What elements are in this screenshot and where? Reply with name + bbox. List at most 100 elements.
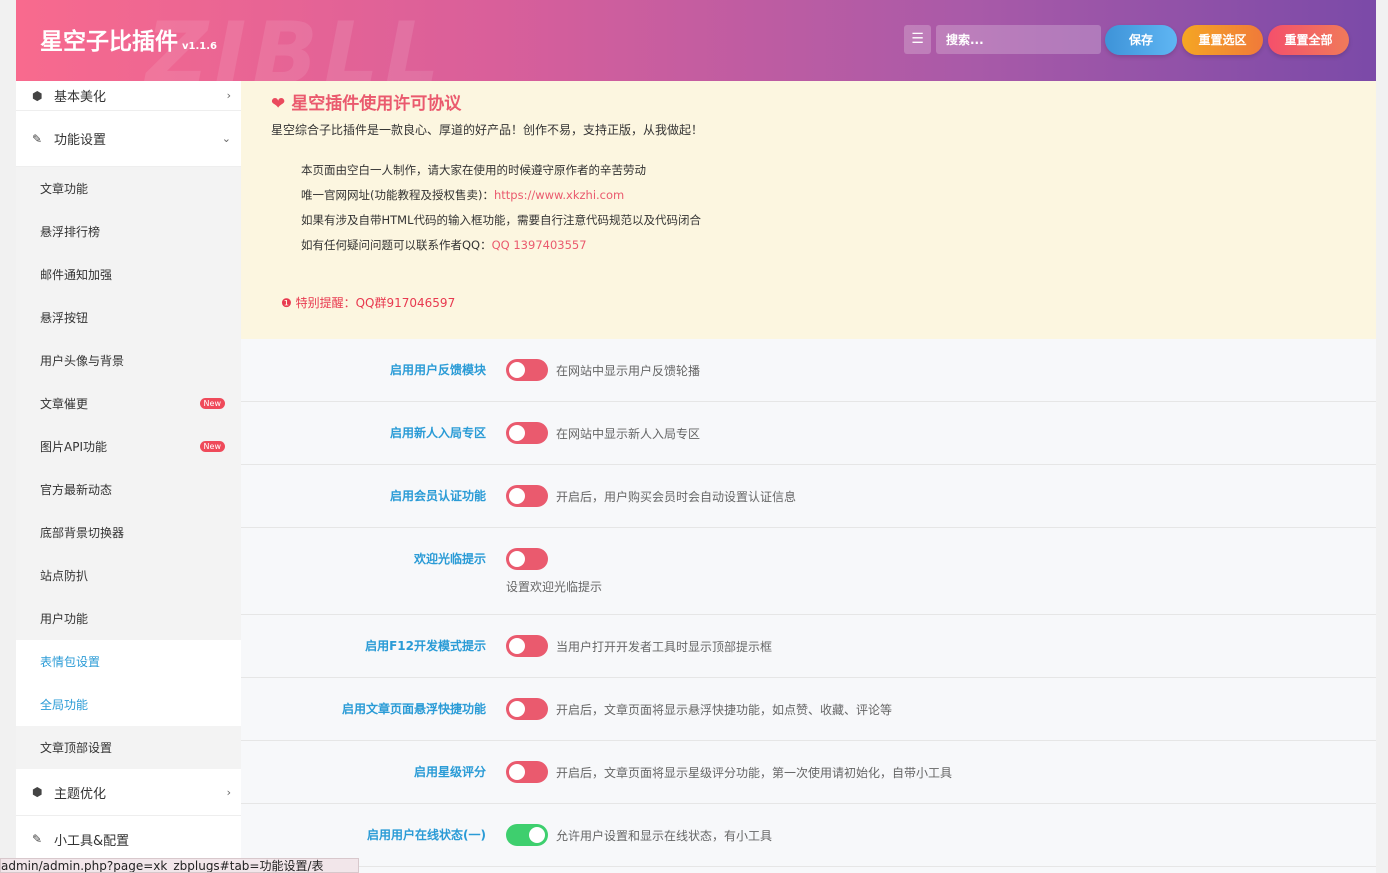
sidebar-subitem-label: 文章催更 <box>40 397 89 411</box>
toggle-switch[interactable] <box>506 698 548 720</box>
sidebar-subitem[interactable]: 邮件通知加强 <box>16 253 241 296</box>
sidebar-item-label: 功能设置 <box>54 133 107 148</box>
sidebar-subitem[interactable]: 用户头像与背景 <box>16 339 241 382</box>
sidebar-subitem-label: 站点防扒 <box>40 569 89 583</box>
sidebar-subitem-label: 邮件通知加强 <box>40 268 113 282</box>
setting-label: 启用新人入局专区 <box>389 426 486 440</box>
setting-label: 启用F12开发模式提示 <box>365 639 486 653</box>
qq-link[interactable]: QQ 1397403557 <box>492 238 587 252</box>
reset-all-button[interactable]: 重置全部 <box>1268 25 1349 55</box>
setting-label: 启用文章页面悬浮快捷功能 <box>341 702 486 716</box>
chevron-down-icon: ⌄ <box>221 132 231 145</box>
toggle-switch[interactable] <box>506 422 548 444</box>
sidebar-subitem[interactable]: 文章顶部设置 <box>16 726 241 769</box>
toggle-switch[interactable] <box>506 485 548 507</box>
setting-desc: 在网站中显示用户反馈轮播 <box>556 364 701 378</box>
toggle-knob <box>509 638 525 654</box>
new-badge: New <box>199 398 225 409</box>
chevron-right-icon: › <box>226 785 231 799</box>
sidebar-subitem-label: 用户头像与背景 <box>40 354 125 368</box>
sidebar: ⬢ 基本美化 › ✎ 功能设置 ⌄ 文章功能 悬浮排行榜 邮件通知加强 悬浮按钮… <box>16 81 241 873</box>
sidebar-subitem-label: 图片API功能 <box>40 440 107 454</box>
notice-line: 本页面由空白一人制作，请大家在使用的时候遵守原作者的辛苦劳动 <box>301 163 646 177</box>
brand-title: 星空子比插件 v1.1.6 <box>40 22 217 56</box>
sidebar-item-label: 基本美化 <box>54 90 107 105</box>
setting-row: 启用新人入局专区 在网站中显示新人入局专区 <box>241 402 1376 465</box>
toggle-knob <box>509 488 525 504</box>
sidebar-subitem[interactable]: 表情包设置 <box>16 640 241 683</box>
sidebar-item-theme[interactable]: ⬢ 主题优化 › <box>16 769 241 816</box>
sidebar-subitem[interactable]: 底部背景切换器 <box>16 511 241 554</box>
sidebar-subitem[interactable]: 站点防扒 <box>16 554 241 597</box>
toggle-switch[interactable] <box>506 761 548 783</box>
setting-row: 启用文章页面悬浮快捷功能 开启后，文章页面将显示悬浮快捷功能，如点赞、收藏、评论… <box>241 678 1376 741</box>
toggle-knob <box>509 764 525 780</box>
notice-subtitle: 星空综合子比插件是一款良心、厚道的好产品！创作不易，支持正版，从我做起！ <box>271 123 704 137</box>
search-input[interactable] <box>936 25 1101 54</box>
menu-toggle-icon[interactable]: ☰ <box>904 25 931 54</box>
setting-desc: 当用户打开开发者工具时显示顶部提示框 <box>556 640 773 654</box>
setting-row: 启用用户反馈模块 在网站中显示用户反馈轮播 <box>241 339 1376 402</box>
new-badge: New <box>199 441 225 452</box>
sidebar-subitem[interactable]: 用户功能 <box>16 597 241 640</box>
setting-row: 启用会员认证功能 开启后，用户购买会员时会自动设置认证信息 <box>241 465 1376 528</box>
setting-desc: 开启后，文章页面将显示星级评分功能，第一次使用请初始化，自带小工具 <box>556 766 953 780</box>
main-content: ❤ 星空插件使用许可协议 星空综合子比插件是一款良心、厚道的好产品！创作不易，支持… <box>241 81 1376 873</box>
notice-title: ❤ 星空插件使用许可协议 <box>271 89 461 114</box>
setting-label: 启用会员认证功能 <box>389 489 486 503</box>
sidebar-subitem-label: 文章功能 <box>40 182 89 196</box>
toggle-knob <box>509 362 525 378</box>
notice-line-text: 唯一官网网址(功能教程及授权售卖)： <box>301 188 494 202</box>
toggle-switch[interactable] <box>506 359 548 381</box>
reminder-text: 特别提醒：QQ群917046597 <box>295 296 456 310</box>
sidebar-subitem[interactable]: 官方最新动态 <box>16 468 241 511</box>
notice-line-text: 如有任何疑问问题可以联系作者QQ： <box>301 238 492 252</box>
notice-title-text: 星空插件使用许可协议 <box>291 94 462 114</box>
info-icon: ❶ <box>281 296 292 310</box>
toggle-switch[interactable] <box>506 635 548 657</box>
sidebar-subitem-label: 悬浮排行榜 <box>40 225 101 239</box>
cube-icon: ⬢ <box>32 785 43 799</box>
toggle-switch[interactable] <box>506 824 548 846</box>
sidebar-item-basic[interactable]: ⬢ 基本美化 › <box>16 81 241 111</box>
save-button[interactable]: 保存 <box>1105 25 1177 55</box>
sidebar-subitem[interactable]: 图片API功能 New <box>16 425 241 468</box>
sidebar-subitem[interactable]: 悬浮排行榜 <box>16 210 241 253</box>
heart-icon: ❤ <box>271 94 286 114</box>
brush-icon: ✎ <box>32 832 43 846</box>
setting-label: 启用星级评分 <box>413 765 486 779</box>
setting-row: 启用用户在线状态(一) 允许用户设置和显示在线状态，有小工具 <box>241 804 1376 867</box>
browser-status-bar: admin/admin.php?page=xk_zbplugs#tab=功能设置… <box>0 858 359 873</box>
brand-name: 星空子比插件 <box>40 29 178 55</box>
notice-line: 如有任何疑问问题可以联系作者QQ：QQ 1397403557 <box>301 237 587 253</box>
sidebar-subitem[interactable]: 悬浮按钮 <box>16 296 241 339</box>
special-reminder: ❶ 特别提醒：QQ群917046597 <box>281 294 455 311</box>
setting-desc: 开启后，用户购买会员时会自动设置认证信息 <box>556 490 797 504</box>
sidebar-subitem-label: 文章顶部设置 <box>40 741 113 755</box>
sidebar-subitem-label: 用户功能 <box>40 612 89 626</box>
sidebar-subitem[interactable]: 文章功能 <box>16 167 241 210</box>
notice-line: 如果有涉及自带HTML代码的输入框功能，需要自行注意代码规范以及代码闭合 <box>301 213 701 227</box>
toggle-knob <box>509 425 525 441</box>
chevron-right-icon: › <box>226 89 231 102</box>
app-frame: ZIBLL 星空子比插件v1.1.6 ☰ 保存 重置选区 重置全部 ⬢ 基本美化… <box>16 0 1376 873</box>
reset-section-button[interactable]: 重置选区 <box>1182 25 1263 55</box>
setting-label: 启用用户反馈模块 <box>389 363 486 377</box>
toggle-switch[interactable] <box>506 548 548 570</box>
sidebar-item-label: 小工具&配置 <box>54 833 130 849</box>
sidebar-item-tools[interactable]: ✎ 小工具&配置 <box>16 816 241 863</box>
sidebar-subitem-label: 表情包设置 <box>40 655 101 669</box>
setting-row: 启用星级评分 开启后，文章页面将显示星级评分功能，第一次使用请初始化，自带小工具 <box>241 741 1376 804</box>
cube-icon: ⬢ <box>32 88 43 103</box>
sidebar-subitem[interactable]: 全局功能 <box>16 683 241 726</box>
sidebar-item-func[interactable]: ✎ 功能设置 ⌄ <box>16 111 241 167</box>
sidebar-subitem[interactable]: 文章催更 New <box>16 382 241 425</box>
website-link[interactable]: https://www.xkzhi.com <box>494 188 624 202</box>
setting-row: 启用F12开发模式提示 当用户打开开发者工具时显示顶部提示框 <box>241 615 1376 678</box>
header: ZIBLL 星空子比插件v1.1.6 ☰ 保存 重置选区 重置全部 <box>16 0 1376 104</box>
toggle-knob <box>509 551 525 567</box>
sidebar-subitem-label: 官方最新动态 <box>40 483 113 497</box>
setting-desc: 开启后，文章页面将显示悬浮快捷功能，如点赞、收藏、评论等 <box>556 703 893 717</box>
sidebar-subitem-label: 全局功能 <box>40 698 89 712</box>
setting-desc: 允许用户设置和显示在线状态，有小工具 <box>556 829 773 843</box>
